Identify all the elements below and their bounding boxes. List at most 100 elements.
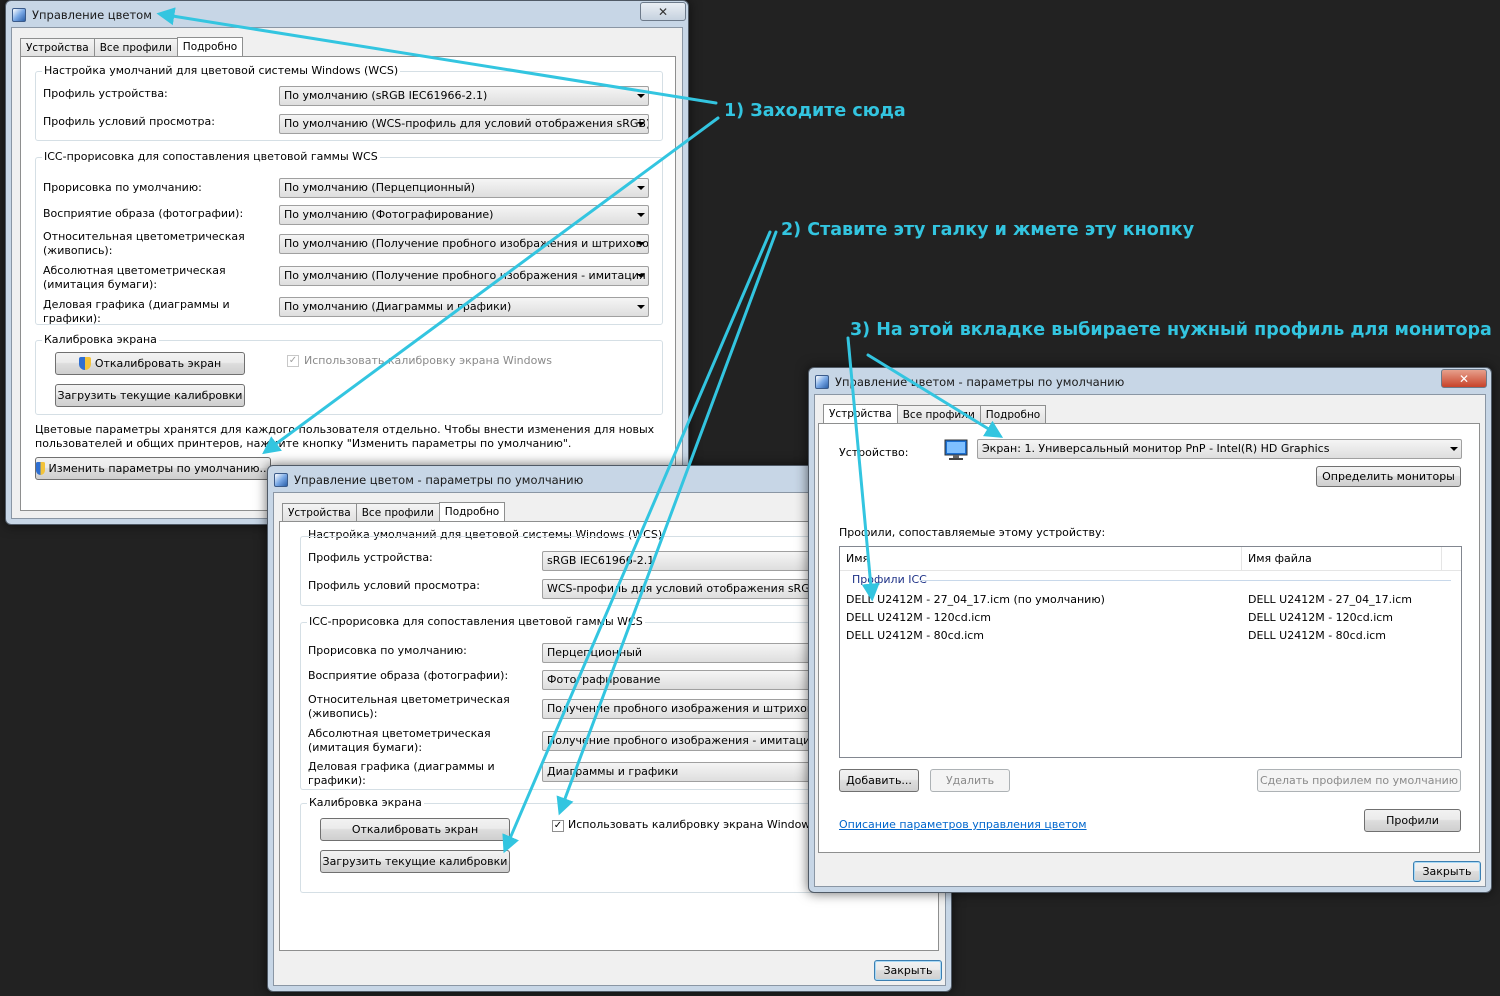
- chevron-down-icon: [637, 305, 645, 309]
- use-windows-calibration-label: Использовать калибровку экрана Windows: [304, 354, 553, 367]
- absolute-colorimetric-select[interactable]: Получение пробного изображения - имитаци…: [542, 731, 842, 751]
- device-profile-select[interactable]: sRGB IEC61966-2.1: [542, 551, 842, 571]
- color-management-help-link[interactable]: Описание параметров управления цветом: [839, 818, 1087, 831]
- close-button[interactable]: ✕: [1441, 369, 1487, 388]
- associated-profiles-label: Профили, сопоставляемые этому устройству…: [839, 526, 1106, 539]
- close-button[interactable]: Закрыть: [874, 960, 942, 981]
- add-profile-button[interactable]: Добавить...: [839, 769, 919, 792]
- viewing-profile-select[interactable]: По умолчанию (WCS-профиль для условий от…: [279, 114, 649, 134]
- reload-calibrations-button[interactable]: Загрузить текущие калибровки: [320, 850, 510, 873]
- devices-tab-pane: Устройство: Экран: 1. Универсальный мони…: [818, 423, 1480, 853]
- relative-colorimetric-select[interactable]: По умолчанию (Получение пробного изображ…: [279, 234, 649, 254]
- device-profile-label: Профиль устройства:: [43, 87, 168, 100]
- wcs-group-label: Настройка умолчаний для цветовой системы…: [42, 64, 401, 77]
- tab-all-profiles[interactable]: Все профили: [93, 38, 178, 57]
- profile-file: DELL U2412M - 27_04_17.icm: [1248, 593, 1412, 606]
- monitor-icon: [944, 439, 968, 460]
- close-button[interactable]: ✕: [640, 2, 686, 21]
- title-bar[interactable]: Управление цветом: [6, 1, 688, 29]
- device-label: Устройство:: [839, 446, 909, 459]
- list-item[interactable]: DELL U2412M - 27_04_17.icm (по умолчанию…: [840, 591, 1461, 609]
- client-area: Устройства Все профили Подробно Настройк…: [11, 27, 683, 519]
- default-rendering-select[interactable]: По умолчанию (Перцепционный): [279, 178, 649, 198]
- photo-rendering-select[interactable]: По умолчанию (Фотографирование): [279, 205, 649, 225]
- tab-all-profiles[interactable]: Все профили: [896, 405, 981, 424]
- annotation-step-2: 2) Ставите эту галку и жмете эту кнопку: [781, 220, 1195, 240]
- color-management-devices-window: Управление цветом - параметры по умолчан…: [808, 367, 1492, 893]
- reload-calibrations-button[interactable]: Загрузить текущие калибровки: [55, 384, 245, 407]
- device-select[interactable]: Экран: 1. Универсальный монитор PnP - In…: [977, 439, 1462, 459]
- profile-name: DELL U2412M - 80cd.icm: [846, 629, 985, 642]
- list-item[interactable]: DELL U2412M - 80cd.icm DELL U2412M - 80c…: [840, 627, 1461, 645]
- viewing-profile-select[interactable]: WCS-профиль для условий отображения sRGB: [542, 579, 842, 599]
- tab-devices[interactable]: Устройства: [282, 503, 357, 522]
- profile-file: DELL U2412M - 120cd.icm: [1248, 611, 1394, 624]
- color-management-icon: [12, 8, 26, 22]
- icc-group-label: ICC-прорисовка для сопоставления цветово…: [307, 615, 645, 628]
- relative-colorimetric-select[interactable]: Получение пробного изображения и штрихов…: [542, 699, 842, 719]
- tab-strip: Устройства Все профили Подробно: [20, 36, 244, 58]
- absolute-colorimetric-select[interactable]: По умолчанию (Получение пробного изображ…: [279, 266, 649, 286]
- chevron-down-icon: [637, 186, 645, 190]
- advanced-tab-pane: Настройка умолчаний для цветовой системы…: [20, 56, 676, 511]
- shield-icon: [36, 462, 45, 475]
- business-graphics-select[interactable]: Диаграммы и графики: [542, 762, 842, 782]
- photo-rendering-select[interactable]: Фотографирование: [542, 670, 842, 690]
- chevron-down-icon: [1450, 447, 1458, 451]
- tab-devices[interactable]: Устройства: [20, 38, 95, 57]
- column-file-header[interactable]: Имя файла: [1242, 547, 1442, 571]
- info-text: Цветовые параметры хранятся для каждого …: [35, 423, 655, 450]
- relative-colorimetric-label: Относительная цветометрическая (живопись…: [308, 693, 510, 720]
- list-item[interactable]: DELL U2412M - 120cd.icm DELL U2412M - 12…: [840, 609, 1461, 627]
- annotation-step-1: 1) Заходите сюда: [724, 101, 906, 121]
- remove-profile-button[interactable]: Удалить: [930, 769, 1010, 792]
- chevron-down-icon: [637, 122, 645, 126]
- calibration-group-label: Калибровка экрана: [42, 333, 159, 346]
- default-rendering-select[interactable]: Перцепционный: [542, 643, 842, 663]
- client-area: Устройства Все профили Подробно Устройст…: [814, 394, 1486, 887]
- icc-group-label: ICC-прорисовка для сопоставления цветово…: [42, 150, 380, 163]
- default-rendering-label: Прорисовка по умолчанию:: [43, 181, 202, 194]
- tab-devices[interactable]: Устройства: [823, 404, 898, 425]
- color-management-window: Управление цветом ✕ Устройства Все профи…: [5, 0, 689, 525]
- use-windows-calibration-checkbox[interactable]: ✓: [287, 355, 299, 367]
- chevron-down-icon: [637, 94, 645, 98]
- calibrate-display-button[interactable]: Откалибровать экран: [55, 352, 245, 375]
- business-graphics-select[interactable]: По умолчанию (Диаграммы и графики): [279, 297, 649, 317]
- profile-file: DELL U2412M - 80cd.icm: [1248, 629, 1387, 642]
- chevron-down-icon: [637, 242, 645, 246]
- device-profile-label: Профиль устройства:: [308, 551, 433, 564]
- tab-advanced[interactable]: Подробно: [438, 502, 506, 523]
- default-rendering-label: Прорисовка по умолчанию:: [308, 644, 467, 657]
- set-default-profile-button[interactable]: Сделать профилем по умолчанию: [1257, 769, 1461, 792]
- absolute-colorimetric-label: Абсолютная цветометрическая (имитация бу…: [308, 727, 491, 754]
- chevron-down-icon: [637, 213, 645, 217]
- title-bar[interactable]: Управление цветом - параметры по умолчан…: [809, 368, 1491, 396]
- calibration-group-label: Калибровка экрана: [307, 796, 424, 809]
- calibrate-display-button[interactable]: Откалибровать экран: [320, 818, 510, 841]
- color-management-icon: [815, 375, 829, 389]
- profile-name: DELL U2412M - 27_04_17.icm (по умолчанию…: [846, 593, 1105, 606]
- window-title: Управление цветом - параметры по умолчан…: [835, 375, 1125, 389]
- identify-monitors-button[interactable]: Определить мониторы: [1316, 466, 1461, 487]
- change-defaults-button[interactable]: Изменить параметры по умолчанию...: [35, 457, 271, 480]
- tab-all-profiles[interactable]: Все профили: [355, 503, 440, 522]
- icc-profiles-group-label: Профили ICC: [852, 573, 927, 586]
- relative-colorimetric-label: Относительная цветометрическая (живопись…: [43, 230, 245, 257]
- tab-advanced[interactable]: Подробно: [176, 37, 244, 58]
- viewing-profile-label: Профиль условий просмотра:: [308, 579, 480, 592]
- tab-advanced[interactable]: Подробно: [979, 405, 1047, 424]
- absolute-colorimetric-label: Абсолютная цветометрическая (имитация бу…: [43, 264, 226, 291]
- column-name-header[interactable]: Имя: [840, 547, 1242, 571]
- window-title: Управление цветом - параметры по умолчан…: [294, 473, 584, 487]
- shield-icon: [78, 357, 91, 370]
- profiles-list[interactable]: Имя Имя файла Профили ICC DELL U2412M - …: [839, 546, 1462, 758]
- viewing-profile-label: Профиль условий просмотра:: [43, 115, 215, 128]
- profiles-button[interactable]: Профили: [1364, 809, 1461, 832]
- color-management-icon: [274, 473, 288, 487]
- use-windows-calibration-label: Использовать калибровку экрана Windows: [568, 818, 817, 831]
- device-profile-select[interactable]: По умолчанию (sRGB IEC61966-2.1): [279, 86, 649, 106]
- list-header: Имя Имя файла: [840, 547, 1461, 571]
- use-windows-calibration-checkbox[interactable]: ✓: [552, 820, 564, 832]
- close-button[interactable]: Закрыть: [1413, 861, 1481, 882]
